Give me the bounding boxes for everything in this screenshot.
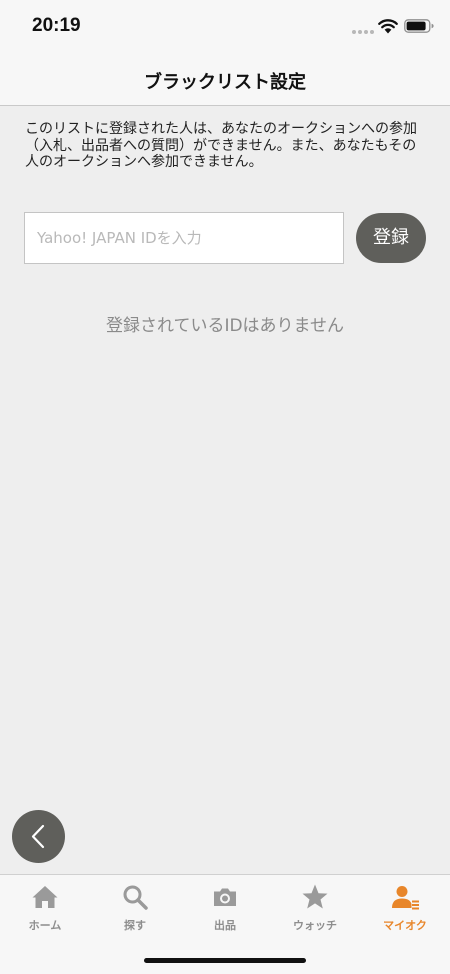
navigation-bar: ブラックリスト設定 — [0, 56, 450, 106]
chevron-left-icon — [31, 824, 45, 849]
register-button[interactable]: 登録 — [356, 213, 426, 263]
my-auction-icon — [392, 886, 419, 910]
home-icon — [32, 886, 58, 908]
empty-list-message: 登録されているIDはありません — [105, 316, 345, 336]
status-time: 20:19 — [32, 15, 81, 36]
home-indicator — [144, 958, 306, 963]
tab-label: ウォッチ — [293, 919, 337, 932]
tab-sell[interactable]: 出品 — [180, 875, 270, 939]
camera-icon — [214, 888, 236, 906]
back-button[interactable] — [12, 810, 65, 863]
tab-label: 探す — [124, 919, 146, 932]
wifi-icon — [378, 19, 398, 34]
page-title: ブラックリスト設定 — [144, 72, 306, 93]
tab-label: ホーム — [28, 919, 62, 932]
tab-label: マイオク — [383, 919, 427, 932]
signal-icon — [352, 30, 374, 34]
tab-label: 出品 — [214, 919, 236, 932]
star-icon — [302, 884, 328, 909]
tab-search[interactable]: 探す — [90, 875, 180, 939]
yahoo-id-input[interactable] — [24, 212, 344, 264]
tab-my-auction[interactable]: マイオク — [360, 875, 450, 939]
status-bar: 20:19 — [0, 0, 450, 56]
tab-watch[interactable]: ウォッチ — [270, 875, 360, 939]
search-icon — [123, 885, 148, 910]
battery-icon — [404, 19, 434, 33]
tab-home[interactable]: ホーム — [0, 875, 90, 939]
blacklist-description: このリストに登録された人は、あなたのオークションへの参加（入札、出品者への質問）… — [25, 121, 417, 170]
